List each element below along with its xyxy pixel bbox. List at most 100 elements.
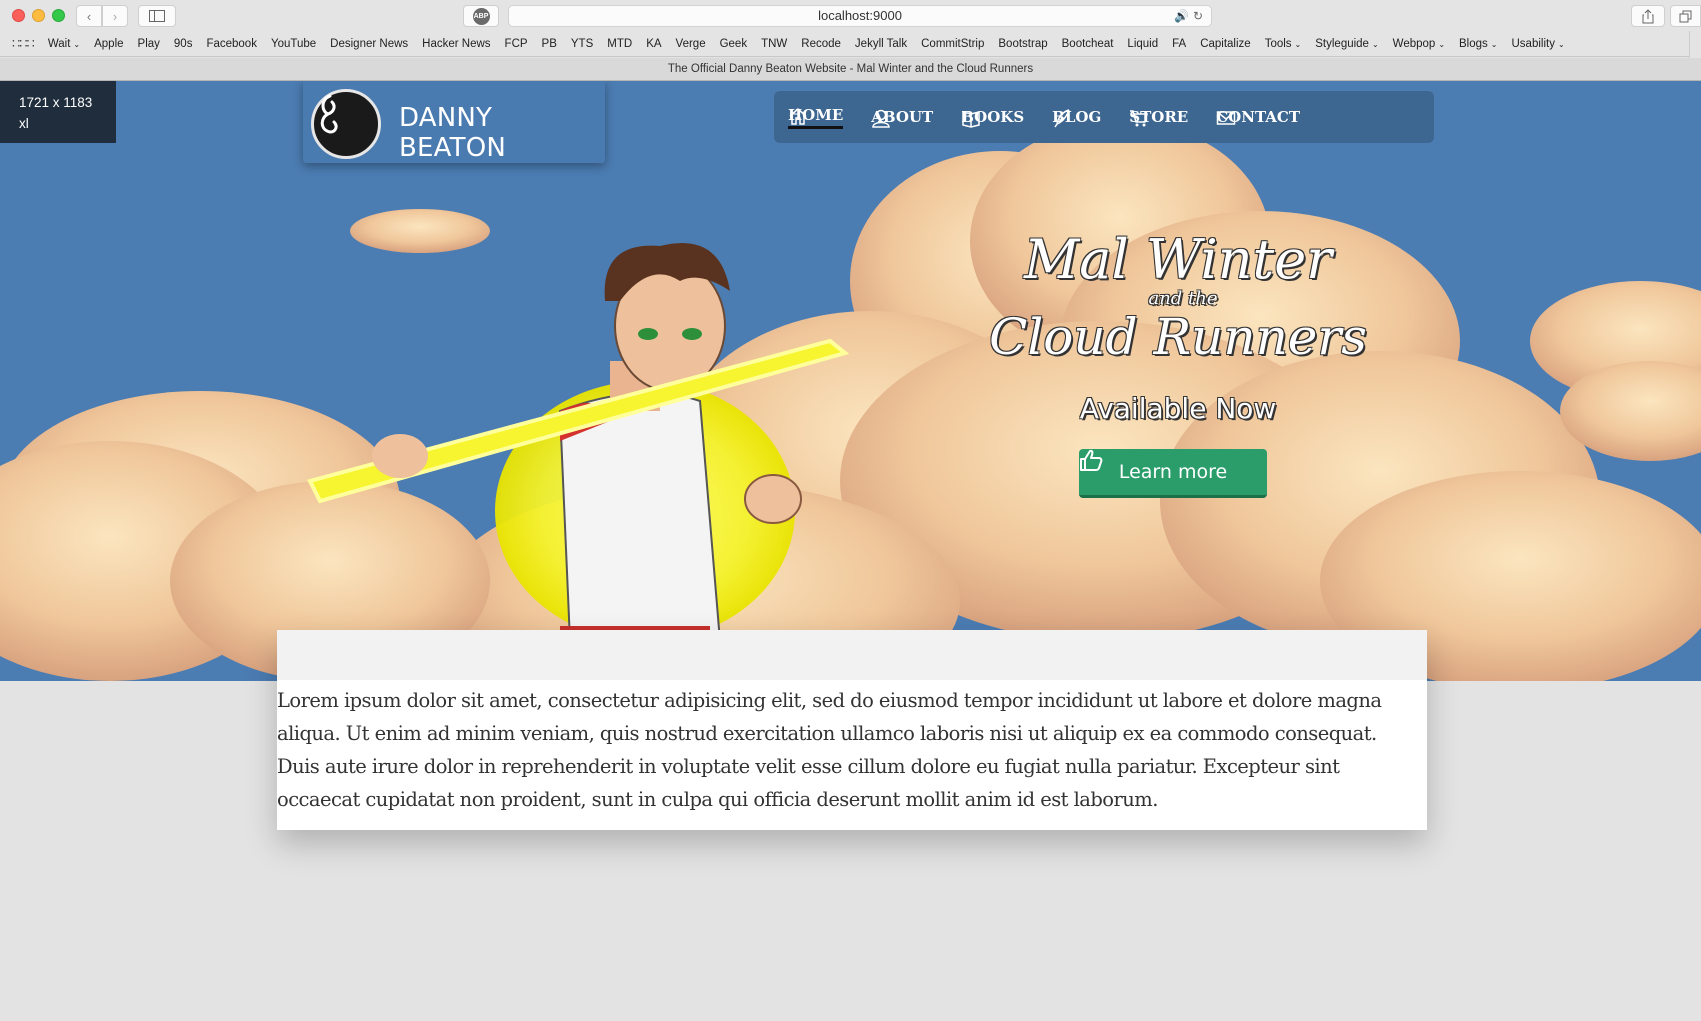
bookmark-label: Webpop xyxy=(1392,37,1436,50)
share-button[interactable] xyxy=(1631,5,1665,27)
cloud-shapes xyxy=(0,121,1701,681)
bookmark-label: YTS xyxy=(570,37,594,50)
nav-books[interactable]: BOOKS xyxy=(961,108,1024,128)
apps-grid-icon[interactable]: ∷∷∷ xyxy=(12,36,35,52)
bookmark-label: PB xyxy=(541,37,557,50)
reload-icon[interactable]: ↻ xyxy=(1193,9,1203,23)
book-title-line-3: Cloud Runners xyxy=(989,308,1367,366)
nav-home[interactable]: HOME xyxy=(788,106,844,129)
content-card: Lorem ipsum dolor sit amet, consectetur … xyxy=(277,630,1427,830)
bookmark-item[interactable]: TNW xyxy=(761,38,787,50)
bookmark-label: YouTube xyxy=(270,37,317,50)
speaker-icon[interactable]: 🔊 xyxy=(1174,9,1189,23)
bookmark-item[interactable]: Blogs ⌄ xyxy=(1459,38,1497,50)
chevron-down-icon: ⌄ xyxy=(1557,39,1565,49)
bookmark-item[interactable]: Jekyll Talk xyxy=(855,38,907,50)
book-title-line-2: and the xyxy=(1148,288,1218,309)
bookmark-item[interactable]: Facebook xyxy=(206,38,257,50)
quill-icon xyxy=(1054,109,1070,128)
viewport-size-badge: 1721 x 1183 xl xyxy=(0,81,116,143)
bookmark-label: CommitStrip xyxy=(921,37,985,50)
bookmark-item[interactable]: MTD xyxy=(607,38,632,50)
bookmark-label: Usability xyxy=(1511,37,1555,50)
bookmark-label: Hacker News xyxy=(422,37,491,50)
bookmark-item[interactable]: Wait ⌄ xyxy=(48,38,80,50)
hero-banner: 1721 x 1183 xl DANNY BEATON HOME ABOUT BOO… xyxy=(0,81,1701,681)
bookmark-label: Bootstrap xyxy=(998,37,1048,50)
chevron-down-icon: ⌄ xyxy=(1371,39,1379,49)
chevron-down-icon: ⌄ xyxy=(1438,39,1446,49)
bookmark-label: KA xyxy=(646,37,662,50)
cart-icon xyxy=(1130,110,1149,127)
bookmark-label: FCP xyxy=(504,37,528,50)
sidebar-toggle-button[interactable] xyxy=(138,5,176,27)
bookmark-item[interactable]: Liquid xyxy=(1127,38,1158,50)
chevron-down-icon: ⌄ xyxy=(1490,39,1498,49)
chevron-left-icon: ‹ xyxy=(86,8,92,24)
book-icon xyxy=(962,111,980,128)
logo xyxy=(311,89,381,159)
book-title-line-1: Mal Winter xyxy=(1024,228,1332,291)
site-brand[interactable]: DANNY BEATON xyxy=(303,81,605,163)
bookmark-item[interactable]: Styleguide ⌄ xyxy=(1315,38,1378,50)
bookmark-item[interactable]: Geek xyxy=(720,38,748,50)
bookmark-label: Liquid xyxy=(1127,37,1159,50)
envelope-icon xyxy=(1216,111,1236,125)
breakpoint-label: xl xyxy=(19,116,29,131)
bookmark-item[interactable]: FCP xyxy=(505,38,528,50)
show-tabs-button[interactable] xyxy=(1670,5,1701,27)
address-bar[interactable]: localhost:9000 🔊 ↻ xyxy=(508,5,1212,27)
bookmark-item[interactable]: Hacker News xyxy=(422,38,490,50)
bookmark-label: MTD xyxy=(607,37,633,50)
adblock-button[interactable]: ABP xyxy=(463,5,499,27)
bookmark-item[interactable]: Recode xyxy=(801,38,841,50)
url-text: localhost:9000 xyxy=(818,8,902,23)
chevron-down-icon: ⌄ xyxy=(73,39,81,49)
bookmark-item[interactable]: YouTube xyxy=(271,38,316,50)
back-button[interactable]: ‹ xyxy=(76,5,102,27)
bookmarks-bar: ∷∷∷ Wait ⌄ Apple Play 90s Facebook YouTube Desi… xyxy=(0,31,1701,57)
bookmark-label: Bootcheat xyxy=(1061,37,1114,50)
bookmark-item[interactable]: Tools ⌄ xyxy=(1265,38,1302,50)
tab-title[interactable]: The Official Danny Beaton Website - Mal … xyxy=(668,63,1033,75)
bookmark-label: Styleguide xyxy=(1315,37,1369,50)
page-viewport: 1721 x 1183 xl DANNY BEATON HOME ABOUT BOO… xyxy=(0,81,1701,1021)
bookmark-label: FA xyxy=(1172,37,1187,50)
bookmark-item[interactable]: Webpop ⌄ xyxy=(1393,38,1445,50)
bookmark-label: Apple xyxy=(94,37,124,50)
nav-about[interactable]: ABOUT xyxy=(871,108,933,128)
learn-more-label: Learn more xyxy=(1118,461,1228,483)
bookmark-label: Verge xyxy=(675,37,706,50)
nav-blog[interactable]: BLOG xyxy=(1052,108,1101,128)
bookmark-item[interactable]: 90s xyxy=(174,38,193,50)
share-icon xyxy=(1642,8,1654,23)
bookmark-item[interactable]: KA xyxy=(646,38,661,50)
bookmark-label: 90s xyxy=(173,37,193,50)
bookmark-label: Capitalize xyxy=(1200,37,1251,50)
bookmark-item[interactable]: Apple xyxy=(94,38,123,50)
card-header-band xyxy=(277,630,1427,680)
bookmark-item[interactable]: YTS xyxy=(571,38,593,50)
nav-contact[interactable]: CONTACT xyxy=(1216,108,1300,126)
tab-bar: The Official Danny Beaton Website - Mal … xyxy=(0,58,1701,81)
availability-text: Available Now xyxy=(1079,392,1277,425)
bookmark-item[interactable]: Usability ⌄ xyxy=(1512,38,1565,50)
viewport-size: 1721 x 1183 xyxy=(19,95,93,110)
book-title: Mal Winter and the Cloud Runners xyxy=(968,228,1388,366)
bookmark-item[interactable]: Capitalize xyxy=(1200,38,1251,50)
bookmark-item[interactable]: Designer News xyxy=(330,38,408,50)
bookmark-label: Facebook xyxy=(206,37,257,50)
close-window-button[interactable] xyxy=(12,9,25,22)
bookmark-item[interactable]: Bootcheat xyxy=(1062,38,1114,50)
forward-button[interactable]: › xyxy=(102,5,128,27)
bookmark-item[interactable]: PB xyxy=(542,38,557,50)
bookmark-item[interactable]: CommitStrip xyxy=(921,38,984,50)
zoom-window-button[interactable] xyxy=(52,9,65,22)
bookmark-item[interactable]: Bootstrap xyxy=(998,38,1047,50)
bookmark-item[interactable]: FA xyxy=(1172,38,1186,50)
bookmark-item[interactable]: Verge xyxy=(676,38,706,50)
bookmark-item[interactable]: Play xyxy=(138,38,160,50)
minimize-window-button[interactable] xyxy=(32,9,45,22)
learn-more-button[interactable]: Learn more xyxy=(1079,449,1267,498)
nav-store[interactable]: STORE xyxy=(1129,108,1188,127)
